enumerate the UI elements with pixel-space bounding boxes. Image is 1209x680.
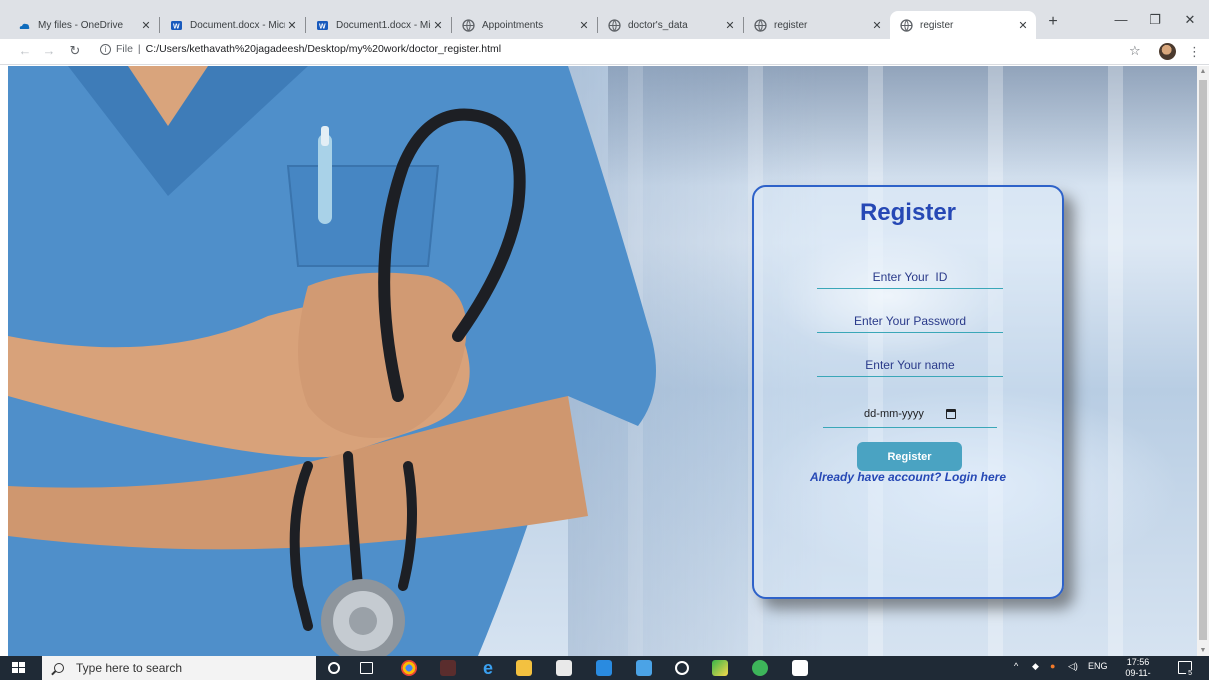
close-tab-icon[interactable]: ✕ [139, 19, 153, 32]
network-icon[interactable]: ◆ [1032, 661, 1039, 672]
globe-icon [462, 18, 475, 32]
notification-count: 5 [1186, 670, 1194, 677]
url-text: C:/Users/kethavath%20jagadeesh/Desktop/m… [145, 43, 502, 55]
scheme-label: File [116, 43, 133, 55]
close-tab-icon[interactable]: ✕ [285, 19, 299, 32]
tab-register-active[interactable]: register ✕ [890, 11, 1036, 39]
login-link[interactable]: Already have account? Login here [754, 470, 1062, 484]
svg-text:W: W [173, 23, 180, 30]
search-placeholder: Type here to search [76, 661, 183, 675]
tray-chevron-icon[interactable]: ^ [1014, 661, 1018, 671]
name-input[interactable] [817, 353, 1003, 377]
id-input[interactable] [817, 265, 1003, 289]
notification-icon[interactable]: 5 [1178, 661, 1194, 677]
tab-document1[interactable]: W Document1.docx - Mic ✕ [306, 11, 452, 39]
search-icon [54, 663, 64, 673]
profile-avatar[interactable] [1159, 43, 1176, 60]
word-icon: W [171, 20, 182, 30]
info-icon[interactable]: i [100, 43, 111, 55]
register-title: Register [859, 199, 957, 226]
tab-label: My files - OneDrive [38, 19, 124, 31]
date-input[interactable]: dd-mm-yyyy [823, 400, 997, 428]
media-icon[interactable] [675, 661, 689, 675]
image-app-icon[interactable] [792, 660, 808, 676]
tab-onedrive[interactable]: My files - OneDrive ✕ [8, 11, 160, 39]
taskbar-search[interactable]: Type here to search [42, 656, 316, 680]
close-window-button[interactable]: ✕ [1175, 12, 1205, 28]
doctor-hero-image [8, 66, 656, 656]
volume-icon[interactable]: ◁) [1068, 661, 1078, 672]
tab-label: Document.docx - Micr [190, 19, 285, 31]
chrome-taskbar-icon[interactable] [401, 660, 417, 676]
close-tab-icon[interactable]: ✕ [723, 19, 737, 32]
close-tab-icon[interactable]: ✕ [870, 19, 884, 32]
task-view-icon[interactable] [360, 662, 373, 674]
app2-taskbar-icon[interactable] [712, 660, 728, 676]
omnibox-divider: | [137, 43, 141, 55]
tab-label: doctor's_data [628, 19, 688, 31]
page-scrollbar[interactable]: ▲ ▼ [1197, 66, 1209, 656]
reload-button[interactable]: ↻ [66, 43, 84, 59]
address-bar: ← → ↻ i File | C:/Users/kethavath%20jaga… [0, 39, 1209, 65]
tray-app-icon[interactable]: ● [1050, 661, 1055, 671]
windows-start-icon[interactable] [12, 662, 25, 674]
scrollbar-thumb[interactable] [1199, 80, 1207, 640]
restore-button[interactable]: ❐ [1140, 12, 1170, 28]
tab-register[interactable]: register ✕ [744, 11, 890, 39]
register-button[interactable]: Register [857, 442, 962, 471]
clock-time: 17:56 [1126, 657, 1150, 667]
new-tab-button[interactable]: + [1043, 13, 1063, 31]
svg-text:W: W [319, 23, 326, 30]
close-tab-icon[interactable]: ✕ [431, 19, 445, 32]
photos-icon[interactable] [636, 660, 652, 676]
scroll-up-icon[interactable]: ▲ [1199, 68, 1207, 75]
file-explorer-icon[interactable] [516, 660, 532, 676]
tab-label: register [920, 19, 954, 31]
tab-label: Appointments [482, 19, 544, 31]
omnibox[interactable]: i File | C:/Users/kethavath%20jagadeesh/… [100, 43, 501, 55]
browser-tab-strip: My files - OneDrive ✕ W Document.docx - … [0, 0, 1209, 39]
password-input[interactable] [817, 309, 1003, 333]
bookmark-star-icon[interactable]: ☆ [1129, 43, 1141, 59]
app3-taskbar-icon[interactable] [752, 660, 768, 676]
app-taskbar-icon[interactable] [440, 660, 456, 676]
tab-label: Document1.docx - Mic [336, 19, 431, 31]
page-viewport: Register dd-mm-yyyy Register Already hav… [8, 66, 1197, 656]
store-icon[interactable] [556, 660, 572, 676]
menu-kebab-icon[interactable]: ⋮ [1188, 44, 1201, 60]
tab-appointments[interactable]: Appointments ✕ [452, 11, 598, 39]
close-tab-icon[interactable]: ✕ [577, 19, 591, 32]
scroll-down-icon[interactable]: ▼ [1199, 647, 1207, 654]
word-icon: W [317, 20, 328, 30]
taskbar-clock[interactable]: 17:56 09-11-2020 [1116, 657, 1160, 680]
globe-icon [608, 18, 621, 32]
close-tab-icon[interactable]: ✕ [1016, 19, 1030, 32]
edge-taskbar-icon[interactable]: e [480, 659, 496, 677]
register-card: Register dd-mm-yyyy Register Already hav… [752, 185, 1064, 599]
globe-icon [754, 18, 767, 32]
forward-button[interactable]: → [40, 43, 58, 58]
onedrive-icon [19, 23, 30, 29]
tab-document[interactable]: W Document.docx - Micr ✕ [160, 11, 306, 39]
windows-taskbar: Type here to search e ^ ◆ ● ◁) ENG 17:56… [0, 656, 1209, 680]
mail-icon[interactable] [596, 660, 612, 676]
clock-date: 09-11-2020 [1125, 668, 1151, 680]
globe-icon [900, 18, 913, 32]
minimize-button[interactable]: — [1106, 12, 1136, 27]
language-indicator[interactable]: ENG [1088, 661, 1108, 671]
calendar-icon[interactable] [945, 408, 956, 419]
tab-label: register [774, 19, 808, 31]
date-placeholder: dd-mm-yyyy [864, 407, 924, 420]
tab-doctors-data[interactable]: doctor's_data ✕ [598, 11, 744, 39]
cortana-icon[interactable] [328, 662, 340, 674]
back-button[interactable]: ← [16, 43, 34, 58]
